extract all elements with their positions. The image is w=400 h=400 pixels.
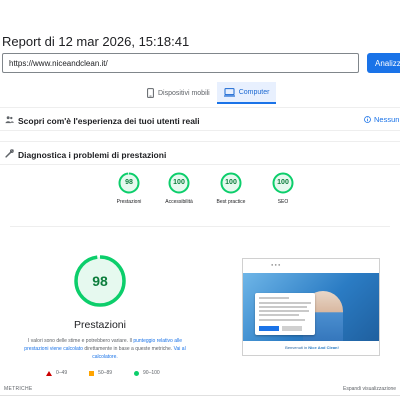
thumbnail-header: ● ● ● <box>243 259 379 273</box>
thumbnail-cookie-dialog <box>255 293 315 335</box>
analyze-button[interactable]: Analizza <box>367 53 400 73</box>
info-icon <box>364 116 371 123</box>
gauge-ring: 98 <box>118 172 140 194</box>
caption-prefix: Benvenuti in <box>285 345 309 350</box>
gauge-accessibility[interactable]: 100 Accessibilità <box>159 172 199 205</box>
dialog-accept <box>259 326 279 331</box>
dialog-line <box>259 314 299 316</box>
dialog-line <box>259 297 289 299</box>
legend-range: 90–100 <box>143 370 160 376</box>
performance-title: Prestazioni <box>74 319 126 331</box>
no-data-notice: Nessun d <box>364 115 400 124</box>
gauge-seo[interactable]: 100 SEO <box>263 172 303 205</box>
page-screenshot-thumbnail[interactable]: ● ● ● Benvenuti in Nice And Clean! <box>242 258 380 356</box>
legend-average: 50–89 <box>89 370 112 376</box>
gauge-label: Best practice <box>216 199 246 205</box>
dialog-line <box>259 310 309 312</box>
dialog-reject <box>282 326 302 331</box>
gauge-label: SEO <box>277 199 289 205</box>
legend-pass: 90–100 <box>134 370 160 376</box>
legend-fail: 0–49 <box>46 370 67 376</box>
expand-view-toggle[interactable]: Espandi visualizzazione <box>343 386 396 392</box>
gauge-score: 98 <box>125 179 133 186</box>
legend-range: 50–89 <box>98 370 113 376</box>
thumbnail-hero <box>243 273 379 351</box>
performance-gauge: 98 <box>73 254 127 308</box>
metrics-label: METRICHE <box>4 386 33 392</box>
device-tabs: Dispositivi mobili Computer <box>140 82 277 104</box>
divider <box>0 395 400 396</box>
diagnostics-label: Diagnostica i problemi di prestazioni <box>18 150 167 160</box>
gauge-ring: 100 <box>220 172 242 194</box>
caption-brand: Nice And Clean! <box>308 345 339 350</box>
tab-desktop-label: Computer <box>238 88 270 96</box>
wrench-icon <box>5 149 14 158</box>
performance-score: 98 <box>92 273 108 289</box>
real-users-label: Scopri com'è l'esperienza dei tuoi utent… <box>18 116 200 126</box>
gauge-best-practices[interactable]: 100 Best practice <box>211 172 251 205</box>
real-users-section[interactable]: Scopri com'è l'esperienza dei tuoi utent… <box>0 107 400 131</box>
gauge-performance[interactable]: 98 Prestazioni <box>109 172 149 205</box>
tab-mobile[interactable]: Dispositivi mobili <box>140 82 217 104</box>
gauge-label: Prestazioni <box>116 199 142 205</box>
score-legend: 0–49 50–89 90–100 <box>46 370 160 376</box>
score-gauges: 98 Prestazioni 100 Accessibilità 100 Bes… <box>0 172 400 216</box>
desktop-icon <box>223 87 235 97</box>
gauge-score: 100 <box>225 179 237 186</box>
tab-desktop[interactable]: Computer <box>216 82 277 104</box>
report-title: Report di 12 mar 2026, 15:18:41 <box>2 34 190 49</box>
disclaimer-text-1: I valori sono delle stime e potrebbero v… <box>28 338 134 344</box>
disclaimer-text-2: direttamente in base a queste metriche. <box>82 346 174 352</box>
triangle-icon <box>46 370 52 376</box>
thumbnail-caption: Benvenuti in Nice And Clean! <box>243 345 379 350</box>
url-input[interactable] <box>2 53 359 73</box>
no-data-label: Nessun d <box>374 115 400 124</box>
diagnostics-section[interactable]: Diagnostica i problemi di prestazioni <box>0 141 400 165</box>
gauge-ring: 100 <box>168 172 190 194</box>
circle-icon <box>134 370 140 376</box>
performance-disclaimer: I valori sono delle stime e potrebbero v… <box>20 337 190 361</box>
divider <box>10 226 390 227</box>
tab-mobile-label: Dispositivi mobili <box>158 89 210 97</box>
dialog-line <box>259 302 311 304</box>
smartphone-icon <box>147 88 154 98</box>
gauge-score: 100 <box>277 179 289 186</box>
square-icon <box>89 370 95 376</box>
gauge-score: 100 <box>173 179 185 186</box>
gauge-ring: 100 <box>272 172 294 194</box>
people-icon <box>5 116 14 124</box>
dialog-line <box>259 319 305 321</box>
thumbnail-logo: ● ● ● <box>271 262 281 267</box>
gauge-label: Accessibilità <box>165 199 193 205</box>
legend-range: 0–49 <box>56 370 68 376</box>
dialog-line <box>259 306 307 308</box>
